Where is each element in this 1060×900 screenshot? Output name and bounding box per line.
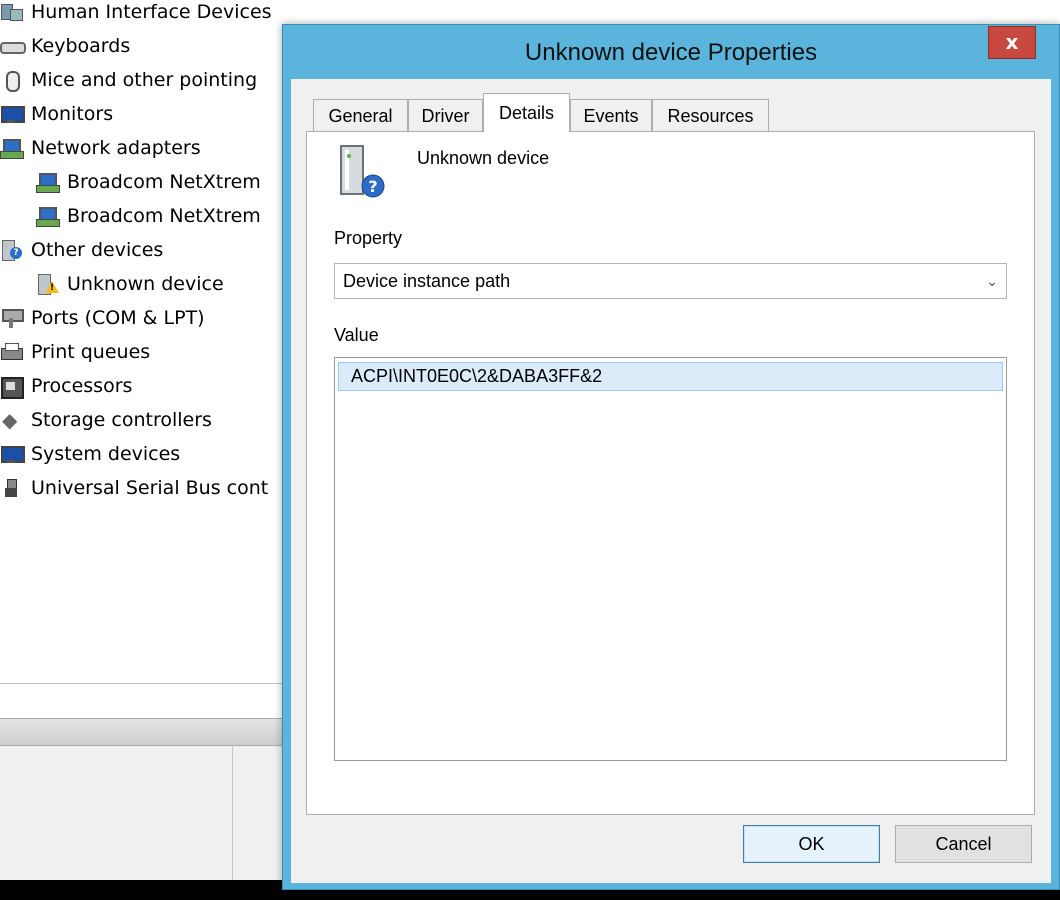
tab-details[interactable]: Details [483, 93, 570, 132]
svg-text:?: ? [368, 177, 377, 196]
divider [0, 683, 290, 684]
details-tab-panel: ? Unknown device Property Device instanc… [306, 131, 1035, 815]
tree-item-label: Storage controllers [31, 409, 212, 431]
tree-item-label: System devices [31, 443, 181, 465]
network-adapter-disabled-icon [36, 205, 60, 227]
tree-item-print-queues[interactable]: Print queues [0, 335, 150, 369]
status-bar-divider [232, 746, 233, 880]
tree-item-label: Mice and other pointing [31, 69, 258, 91]
other-devices-icon [0, 239, 22, 261]
tab-resources[interactable]: Resources [652, 99, 769, 132]
tree-item-storage-controllers[interactable]: Storage controllers [0, 403, 212, 437]
device-name: Unknown device [417, 148, 550, 168]
tab-driver[interactable]: Driver [408, 99, 483, 132]
horizontal-scrollbar[interactable] [0, 718, 290, 746]
monitor-icon [0, 103, 25, 125]
dialog-body: General Driver Details Events Resources … [291, 79, 1051, 883]
close-button[interactable]: x [988, 26, 1036, 59]
tree-item-processors[interactable]: Processors [0, 369, 132, 403]
tree-item-label: Monitors [31, 103, 114, 125]
unknown-device-warning-icon [36, 273, 59, 295]
list-item[interactable]: ACPI\INT0E0C\2&DABA3FF&2 [338, 362, 1003, 391]
tree-item-label: Broadcom NetXtrem [67, 205, 261, 227]
tree-item-system-devices[interactable]: System devices [0, 437, 180, 471]
value-list[interactable]: ACPI\INT0E0C\2&DABA3FF&2 [334, 357, 1007, 761]
network-adapter-icon [0, 137, 24, 159]
printer-icon [0, 341, 23, 363]
property-select-value: Device instance path [343, 271, 511, 291]
tree-item-usb[interactable]: Universal Serial Bus cont [0, 471, 268, 505]
tree-item-label: Unknown device [67, 273, 224, 295]
status-bar [0, 746, 290, 880]
system-device-icon [0, 443, 25, 465]
tree-item-unknown-device[interactable]: Unknown device [36, 267, 224, 301]
tree-item-broadcom-2[interactable]: Broadcom NetXtrem [36, 199, 261, 233]
value-label: Value [334, 325, 379, 345]
unknown-device-icon: ? [340, 145, 385, 198]
tree-item-label: Keyboards [31, 35, 131, 57]
usb-icon [0, 477, 22, 499]
dialog-title: Unknown device Properties [524, 39, 818, 66]
properties-dialog: Unknown device Properties x General Driv… [282, 24, 1060, 890]
chevron-down-icon: ⌄ [986, 273, 998, 289]
tree-item-label: Ports (COM & LPT) [31, 307, 205, 329]
tree-item-network-adapters[interactable]: Network adapters [0, 131, 201, 165]
keyboard-icon [0, 35, 26, 57]
tree-item-label: Human Interface Devices [31, 1, 272, 23]
storage-controller-icon [0, 408, 22, 432]
tree-item-label: Other devices [31, 239, 164, 261]
tree-item-broadcom-1[interactable]: Broadcom NetXtrem [36, 165, 261, 199]
tree-item-other-devices[interactable]: Other devices [0, 233, 163, 267]
cancel-button[interactable]: Cancel [895, 825, 1032, 863]
property-select[interactable]: Device instance path ⌄ [334, 263, 1007, 299]
ok-button[interactable]: OK [743, 825, 880, 863]
device-manager-window: Human Interface Devices Keyboards Mice a… [0, 0, 290, 900]
tab-events[interactable]: Events [570, 99, 652, 132]
tree-item-ports[interactable]: Ports (COM & LPT) [0, 301, 205, 335]
tree-item-label: Broadcom NetXtrem [67, 171, 261, 193]
tree-item-label: Network adapters [31, 137, 201, 159]
tree-item-mice[interactable]: Mice and other pointing [0, 63, 257, 97]
tree-item-human-interface-devices[interactable]: Human Interface Devices [0, 0, 272, 29]
mouse-icon [0, 69, 22, 92]
tree-item-keyboards[interactable]: Keyboards [0, 29, 130, 63]
tab-general[interactable]: General [313, 99, 408, 132]
hid-icon [0, 1, 23, 23]
property-label: Property [334, 228, 403, 248]
tree-item-monitors[interactable]: Monitors [0, 97, 113, 131]
processor-icon [0, 375, 24, 399]
network-adapter-icon [36, 171, 60, 193]
tree-item-label: Processors [31, 375, 133, 397]
port-icon [0, 307, 24, 329]
tree-item-label: Print queues [31, 341, 151, 363]
tree-item-label: Universal Serial Bus cont [31, 477, 269, 499]
